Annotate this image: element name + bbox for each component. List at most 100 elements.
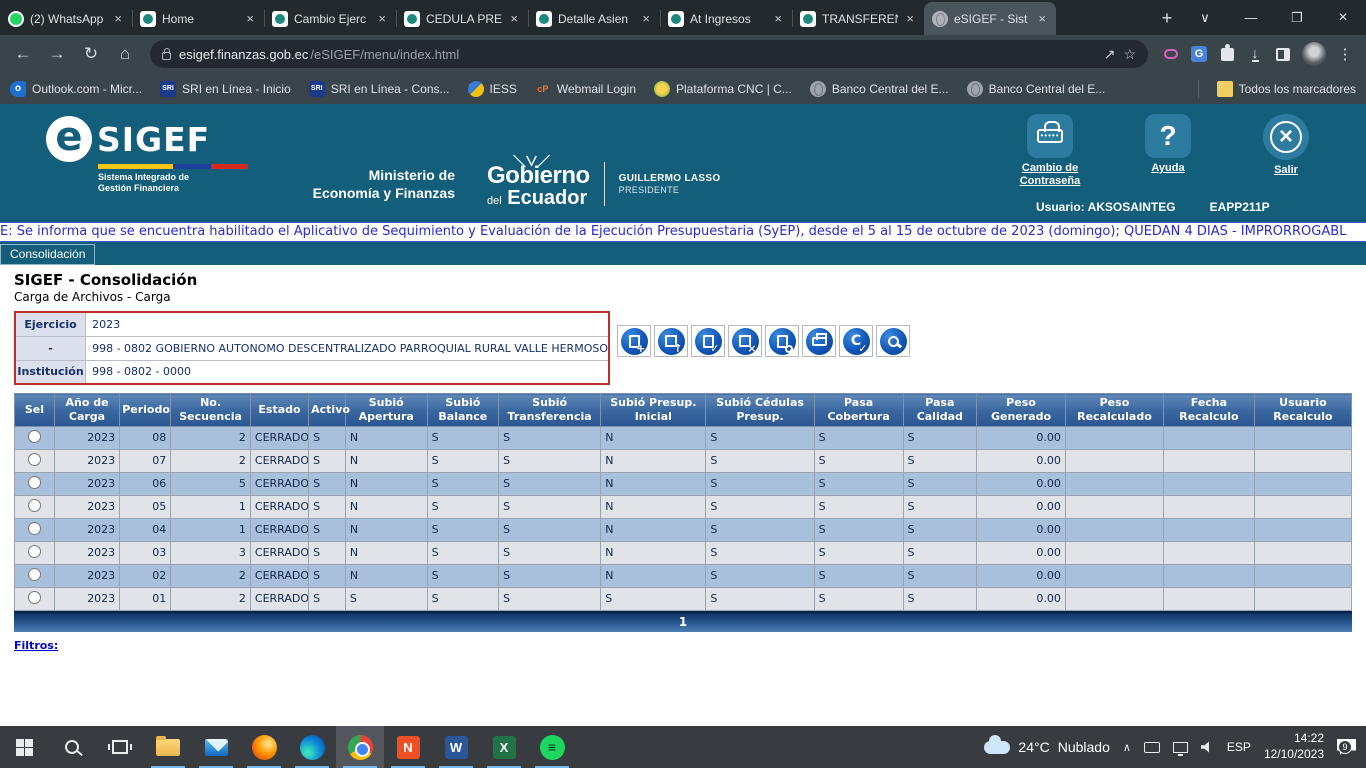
preview-document-button[interactable] (765, 325, 799, 357)
side-panel-icon[interactable] (1274, 45, 1292, 63)
keyboard-language[interactable]: ESP (1227, 740, 1251, 754)
bookmark-item[interactable]: cPWebmail Login (535, 81, 636, 97)
ssl-lock-icon[interactable] (162, 52, 171, 60)
help-button[interactable]: ?Ayuda (1122, 114, 1214, 188)
extension-pink-icon[interactable] (1162, 45, 1180, 63)
taskbar-spotify-button[interactable]: ≡ (528, 726, 576, 768)
browser-menu-icon[interactable]: ⋮ (1336, 45, 1354, 63)
folder-icon (1217, 81, 1233, 97)
tab-close-icon[interactable]: × (112, 11, 124, 26)
clock-widget[interactable]: 14:22 12/10/2023 (1264, 731, 1324, 762)
translate-icon[interactable]: G (1190, 45, 1208, 63)
notification-center[interactable]: 9 (1337, 739, 1356, 755)
tab-close-icon[interactable]: × (376, 11, 388, 26)
taskbar-nitro-pdf-button[interactable]: N (384, 726, 432, 768)
profile-avatar[interactable] (1302, 42, 1326, 66)
taskbar-word-button[interactable]: W (432, 726, 480, 768)
forward-icon[interactable]: → (42, 39, 72, 69)
tab-close-icon[interactable]: × (508, 11, 520, 26)
taskbar-edge-button[interactable] (288, 726, 336, 768)
extensions-puzzle-icon[interactable] (1218, 45, 1236, 63)
table-cell (1254, 495, 1351, 518)
table-cell: 1 (171, 518, 251, 541)
filters-link[interactable]: Filtros: (14, 639, 58, 652)
browser-tab[interactable]: eSIGEF - Sist× (924, 2, 1056, 35)
row-select-radio[interactable] (28, 545, 41, 558)
browser-tab[interactable]: At Ingresos× (660, 2, 792, 35)
browser-tab[interactable]: Detalle Asien× (528, 2, 660, 35)
bookmark-item[interactable]: IESS (468, 81, 517, 97)
table-cell (1254, 518, 1351, 541)
bookmark-item[interactable]: Banco Central del E... (810, 81, 949, 97)
taskbar-task-view-button[interactable] (96, 726, 144, 768)
taskbar-chrome-button[interactable] (336, 726, 384, 768)
reload-icon[interactable]: ↻ (76, 39, 106, 69)
row-select-radio[interactable] (28, 522, 41, 535)
column-header: Subió Cédulas Presup. (706, 394, 814, 427)
tray-overflow-chevron-icon[interactable]: ∧ (1123, 741, 1131, 754)
bookmark-item[interactable]: SRISRI en Línea - Cons... (309, 81, 450, 97)
taskbar-mail-button[interactable] (192, 726, 240, 768)
bookmark-item[interactable]: oOutlook.com - Micr... (10, 81, 142, 97)
minimize-button[interactable]: — (1228, 0, 1274, 35)
row-select-radio[interactable] (28, 476, 41, 489)
new-record-button[interactable]: + (617, 325, 651, 357)
change-password-button[interactable]: •••••Cambio de Contraseña (1004, 114, 1096, 188)
bookmark-item[interactable]: SRISRI en Línea - Inicio (160, 81, 291, 97)
table-cell: N (345, 564, 427, 587)
tab-close-icon[interactable]: × (640, 11, 652, 26)
bookmark-item[interactable]: Banco Central del E... (967, 81, 1106, 97)
pagination-bar[interactable]: 1 (14, 611, 1352, 632)
new-tab-button[interactable]: + (1152, 3, 1182, 33)
form-field-value[interactable]: 2023 (86, 312, 609, 336)
approve-check-button[interactable]: C✓ (839, 325, 873, 357)
table-cell (1163, 495, 1254, 518)
back-icon[interactable]: ← (8, 39, 38, 69)
print-button[interactable] (802, 325, 836, 357)
validate-form-button[interactable]: ✓ (691, 325, 725, 357)
search-records-button[interactable] (876, 325, 910, 357)
home-icon[interactable]: ⌂ (110, 39, 140, 69)
taskbar-search-button[interactable] (48, 726, 96, 768)
save-upload-button[interactable]: ↑ (654, 325, 688, 357)
share-icon[interactable]: ↗ (1104, 46, 1116, 63)
cast-icon[interactable] (1144, 742, 1160, 753)
address-bar[interactable]: esigef.finanzas.gob.ec/eSIGEF/menu/index… (150, 40, 1148, 68)
bookmark-star-icon[interactable]: ☆ (1123, 46, 1136, 63)
tab-search-chevron-icon[interactable]: ∨ (1182, 0, 1228, 35)
tab-close-icon[interactable]: × (1036, 11, 1048, 26)
row-select-radio[interactable] (28, 568, 41, 581)
browser-tab[interactable]: Cambio Ejerc × (264, 2, 396, 35)
delete-record-button[interactable]: × (728, 325, 762, 357)
weather-widget[interactable]: 24°C Nublado (984, 739, 1109, 755)
row-select-radio[interactable] (28, 430, 41, 443)
network-icon[interactable] (1173, 742, 1188, 753)
taskbar-explorer-button[interactable] (144, 726, 192, 768)
tab-close-icon[interactable]: × (904, 11, 916, 26)
volume-icon[interactable] (1201, 741, 1214, 753)
taskbar-start-button[interactable] (0, 726, 48, 768)
all-bookmarks-button[interactable]: Todos los marcadores (1217, 81, 1356, 97)
browser-tab[interactable]: TRANSFEREN× (792, 2, 924, 35)
form-field-value[interactable]: 998 - 0802 - 0000 (86, 360, 609, 384)
browser-tab[interactable]: Home× (132, 2, 264, 35)
taskbar-excel-button[interactable]: X (480, 726, 528, 768)
row-select-radio[interactable] (28, 453, 41, 466)
maximize-button[interactable]: ❐ (1274, 0, 1320, 35)
table-cell: N (601, 426, 706, 449)
browser-tab[interactable]: CEDULA PRE× (396, 2, 528, 35)
downloads-icon[interactable]: ↓ (1246, 45, 1264, 63)
chrome-icon (348, 735, 373, 760)
taskbar-firefox-button[interactable] (240, 726, 288, 768)
bookmark-item[interactable]: Plataforma CNC | C... (654, 81, 792, 97)
tab-close-icon[interactable]: × (772, 11, 784, 26)
logout-button[interactable]: ×Salir (1240, 114, 1332, 188)
tab-consolidacion[interactable]: Consolidación (0, 244, 95, 265)
browser-tab[interactable]: (2) WhatsApp× (0, 2, 132, 35)
close-window-button[interactable]: × (1320, 0, 1366, 35)
row-select-radio[interactable] (28, 591, 41, 604)
tab-close-icon[interactable]: × (244, 11, 256, 26)
tab-title: Cambio Ejerc (294, 12, 370, 26)
row-select-radio[interactable] (28, 499, 41, 512)
form-field-value[interactable]: 998 - 0802 GOBIERNO AUTONOMO DESCENTRALI… (86, 336, 609, 360)
